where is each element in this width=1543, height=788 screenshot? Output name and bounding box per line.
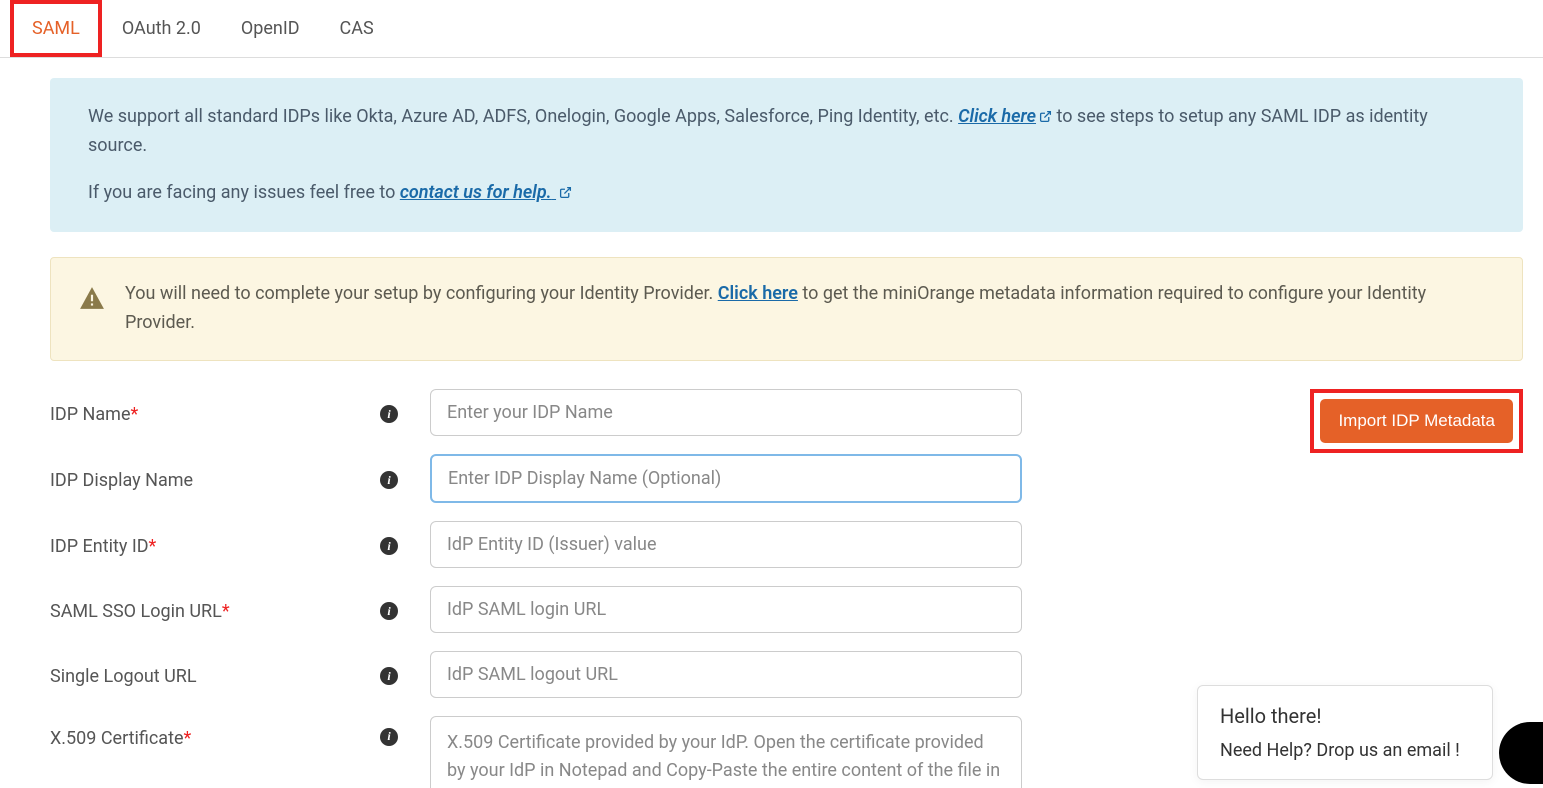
click-here-metadata-link[interactable]: Click here xyxy=(718,283,798,304)
info-banner: We support all standard IDPs like Okta, … xyxy=(50,78,1523,232)
click-here-setup-link[interactable]: Click here xyxy=(958,106,1052,127)
idp-display-name-input[interactable] xyxy=(430,454,1022,503)
info-icon[interactable]: i xyxy=(380,405,398,423)
chat-greeting: Hello there! xyxy=(1220,704,1470,728)
highlight-import-button: Import IDP Metadata xyxy=(1310,389,1523,453)
external-link-icon xyxy=(559,186,572,199)
saml-sso-login-url-label: SAML SSO Login URL* xyxy=(50,597,380,622)
warning-banner: You will need to complete your setup by … xyxy=(50,257,1523,361)
chat-widget-area: Hello there! Need Help? Drop us an email… xyxy=(1526,753,1543,788)
tab-bar: SAML OAuth 2.0 OpenID CAS xyxy=(0,0,1543,58)
tab-cas[interactable]: CAS xyxy=(320,0,394,57)
import-idp-metadata-button[interactable]: Import IDP Metadata xyxy=(1320,399,1513,443)
info-icon[interactable]: i xyxy=(380,728,398,746)
highlight-saml-tab: SAML xyxy=(10,0,102,57)
single-logout-url-input[interactable] xyxy=(430,651,1022,698)
x509-certificate-input[interactable] xyxy=(430,716,1022,788)
info-icon[interactable]: i xyxy=(380,667,398,685)
idp-display-name-label: IDP Display Name xyxy=(50,466,380,491)
info-icon[interactable]: i xyxy=(380,537,398,555)
warn-text: You will need to complete your setup by … xyxy=(125,283,718,304)
saml-sso-login-url-input[interactable] xyxy=(430,586,1022,633)
external-link-icon xyxy=(1039,110,1052,123)
info-text: We support all standard IDPs like Okta, … xyxy=(88,106,958,127)
idp-name-label: IDP Name* xyxy=(50,400,380,425)
tab-saml[interactable]: SAML xyxy=(14,4,98,53)
chat-message: Need Help? Drop us an email ! xyxy=(1220,740,1470,761)
contact-us-link[interactable]: contact us for help. xyxy=(400,182,572,203)
info-icon[interactable]: i xyxy=(380,602,398,620)
warning-icon xyxy=(79,286,105,320)
tab-oauth[interactable]: OAuth 2.0 xyxy=(102,0,221,57)
idp-name-input[interactable] xyxy=(430,389,1022,436)
chat-bubble[interactable]: Hello there! Need Help? Drop us an email… xyxy=(1197,685,1493,780)
tab-openid[interactable]: OpenID xyxy=(221,0,320,57)
x509-certificate-label: X.509 Certificate* xyxy=(50,716,380,749)
single-logout-url-label: Single Logout URL xyxy=(50,662,380,687)
info-icon[interactable]: i xyxy=(380,471,398,489)
idp-entity-id-label: IDP Entity ID* xyxy=(50,532,380,557)
info-text: If you are facing any issues feel free t… xyxy=(88,182,400,203)
idp-entity-id-input[interactable] xyxy=(430,521,1022,568)
